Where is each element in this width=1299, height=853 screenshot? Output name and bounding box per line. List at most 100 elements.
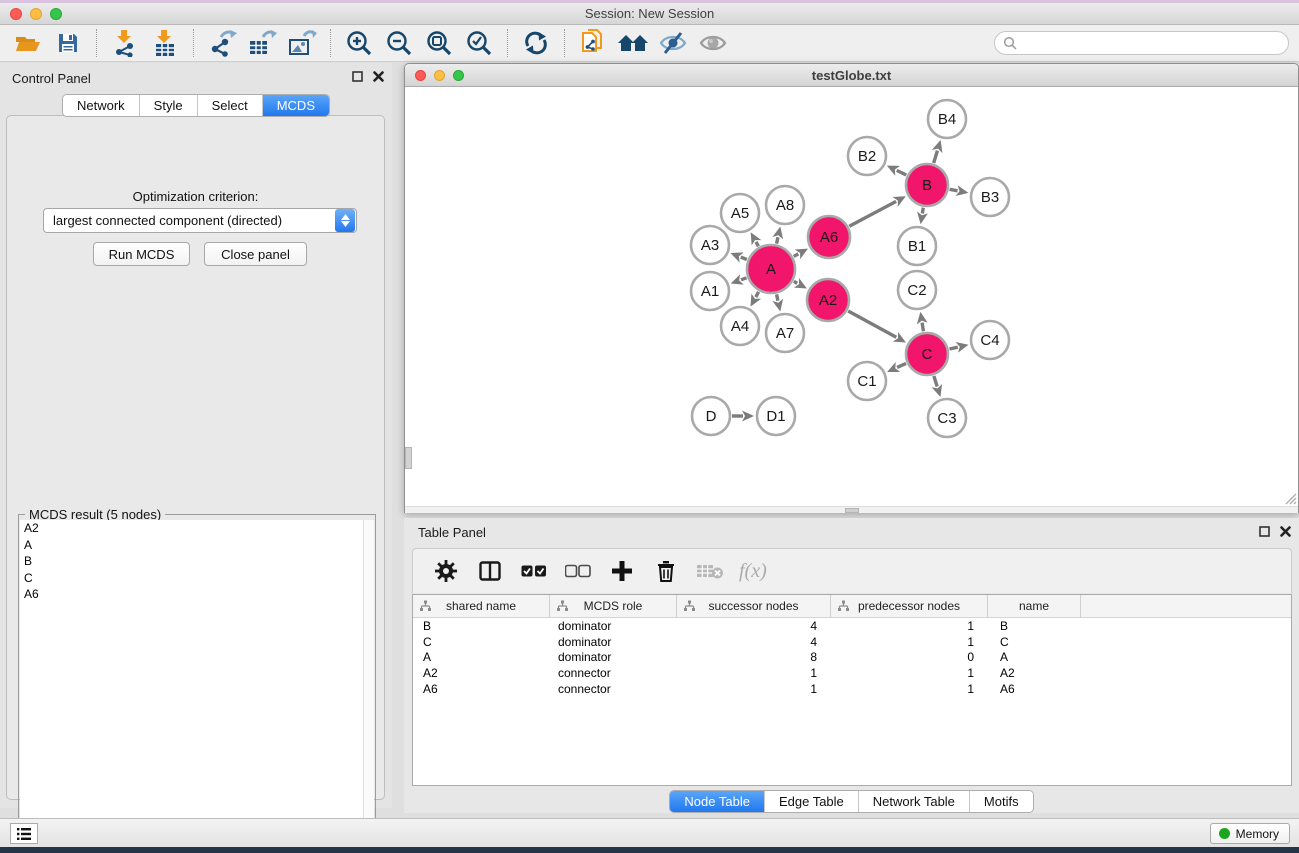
select-all-columns-icon[interactable] — [519, 556, 549, 586]
graph-node-B2[interactable]: B2 — [848, 137, 886, 175]
tab-motifs[interactable]: Motifs — [969, 791, 1033, 812]
table-cell[interactable]: 1 — [677, 665, 831, 681]
graph-node-A7[interactable]: A7 — [766, 314, 804, 352]
zoom-out-icon[interactable] — [379, 28, 419, 58]
table-cell[interactable]: A2 — [988, 665, 1081, 681]
tab-network[interactable]: Network — [63, 95, 139, 116]
search-input[interactable] — [1017, 36, 1288, 50]
network-canvas[interactable]: AA1A2A3A4A5A6A7A8BB1B2B3B4CC1C2C3C4DD1 — [405, 87, 1298, 506]
graph-node-B3[interactable]: B3 — [971, 178, 1009, 216]
graph-edge-B-B4[interactable] — [934, 151, 938, 163]
tab-style[interactable]: Style — [139, 95, 197, 116]
graph-node-C1[interactable]: C1 — [848, 362, 886, 400]
graph-edge-A-A2[interactable] — [794, 281, 797, 283]
table-row[interactable]: Cdominator41C — [413, 634, 1291, 650]
graph-edge-C-C2[interactable] — [922, 323, 923, 332]
zoom-fit-icon[interactable] — [419, 28, 459, 58]
graph-edge-B-B3[interactable] — [950, 189, 958, 191]
close-panel-icon[interactable] — [1280, 526, 1291, 537]
column-header-successor-nodes[interactable]: successor nodes — [677, 595, 831, 617]
table-cell[interactable]: A — [988, 649, 1081, 665]
graph-node-B4[interactable]: B4 — [928, 100, 966, 138]
tab-network-table[interactable]: Network Table — [858, 791, 969, 812]
graph-edge-A-A6[interactable] — [794, 254, 799, 257]
graph-node-B1[interactable]: B1 — [898, 227, 936, 265]
close-panel-button[interactable]: Close panel — [204, 242, 307, 266]
graph-node-D[interactable]: D — [692, 397, 730, 435]
table-cell[interactable]: 4 — [677, 634, 831, 650]
graph-edge-A-A8[interactable] — [777, 237, 778, 243]
network-hscroll[interactable] — [405, 506, 1298, 513]
table-cell[interactable]: 1 — [677, 681, 831, 697]
graph-node-C2[interactable]: C2 — [898, 271, 936, 309]
refresh-icon[interactable] — [516, 28, 556, 58]
open-file-icon[interactable] — [8, 28, 48, 58]
float-panel-icon[interactable] — [352, 71, 363, 82]
resize-grip-icon[interactable] — [1283, 491, 1297, 505]
column-header-mcds-role[interactable]: MCDS role — [550, 595, 677, 617]
table-cell[interactable]: 1 — [831, 681, 988, 697]
column-header-shared-name[interactable]: shared name — [413, 595, 550, 617]
network-window-titlebar[interactable]: testGlobe.txt — [405, 64, 1298, 87]
table-cell[interactable]: B — [988, 618, 1081, 634]
table-row[interactable]: Bdominator41B — [413, 618, 1291, 634]
mcds-result-item[interactable]: A2 — [20, 520, 365, 537]
save-session-icon[interactable] — [48, 28, 88, 58]
home-icon[interactable] — [613, 28, 653, 58]
table-cell[interactable]: A6 — [413, 681, 550, 697]
graph-node-C4[interactable]: C4 — [971, 321, 1009, 359]
network-from-file-icon[interactable] — [573, 28, 613, 58]
table-row[interactable]: A2connector11A2 — [413, 665, 1291, 681]
table-cell[interactable]: 1 — [831, 634, 988, 650]
table-settings-gear-icon[interactable] — [431, 556, 461, 586]
table-cell[interactable]: 4 — [677, 618, 831, 634]
export-image-icon[interactable] — [282, 28, 322, 58]
table-cell[interactable]: C — [413, 634, 550, 650]
graph-edge-A-A5[interactable] — [756, 242, 758, 246]
import-network-icon[interactable] — [105, 28, 145, 58]
table-cell[interactable]: 1 — [831, 618, 988, 634]
graph-edge-B-B1[interactable] — [922, 208, 923, 214]
column-header-predecessor-nodes[interactable]: predecessor nodes — [831, 595, 988, 617]
split-table-icon[interactable] — [475, 556, 505, 586]
network-vscroll-thumb[interactable] — [405, 447, 412, 469]
table-cell[interactable]: 1 — [831, 665, 988, 681]
delete-column-trash-icon[interactable] — [651, 556, 681, 586]
criterion-dropdown[interactable]: largest connected component (directed) — [43, 208, 357, 233]
graph-edge-A2-C[interactable] — [848, 311, 896, 337]
graph-edge-C-C4[interactable] — [949, 347, 957, 349]
graph-node-D1[interactable]: D1 — [757, 397, 795, 435]
mcds-result-item[interactable]: B — [20, 553, 365, 570]
hide-eye-icon[interactable] — [653, 28, 693, 58]
table-cell[interactable]: connector — [550, 681, 677, 697]
graph-edge-C-C3[interactable] — [934, 376, 937, 387]
zoom-selected-icon[interactable] — [459, 28, 499, 58]
graph-node-A2[interactable]: A2 — [807, 279, 849, 321]
tab-mcds[interactable]: MCDS — [262, 95, 329, 116]
export-network-icon[interactable] — [202, 28, 242, 58]
graph-edge-C-C1[interactable] — [897, 363, 906, 367]
graph-node-C3[interactable]: C3 — [928, 399, 966, 437]
graph-edge-A-A3[interactable] — [741, 257, 747, 259]
graph-node-A8[interactable]: A8 — [766, 186, 804, 224]
memory-button[interactable]: Memory — [1210, 823, 1290, 844]
table-cell[interactable]: dominator — [550, 618, 677, 634]
tab-edge-table[interactable]: Edge Table — [764, 791, 858, 812]
import-table-icon[interactable] — [145, 28, 185, 58]
search-field[interactable] — [994, 31, 1289, 55]
mcds-list-scrollbar[interactable] — [363, 520, 374, 850]
table-cell[interactable]: B — [413, 618, 550, 634]
table-cell[interactable]: dominator — [550, 649, 677, 665]
tab-node-table[interactable]: Node Table — [670, 791, 764, 812]
table-row[interactable]: A6connector11A6 — [413, 681, 1291, 697]
zoom-in-icon[interactable] — [339, 28, 379, 58]
graph-edge-B-B2[interactable] — [897, 170, 907, 175]
mcds-result-item[interactable]: A — [20, 537, 365, 554]
graph-node-A3[interactable]: A3 — [691, 226, 729, 264]
tab-select[interactable]: Select — [197, 95, 262, 116]
table-cell[interactable]: A6 — [988, 681, 1081, 697]
graph-edge-A6-B[interactable] — [849, 201, 896, 226]
gray-eye-icon[interactable] — [693, 28, 733, 58]
table-row[interactable]: Adominator80A — [413, 649, 1291, 665]
task-history-button[interactable] — [10, 823, 38, 844]
